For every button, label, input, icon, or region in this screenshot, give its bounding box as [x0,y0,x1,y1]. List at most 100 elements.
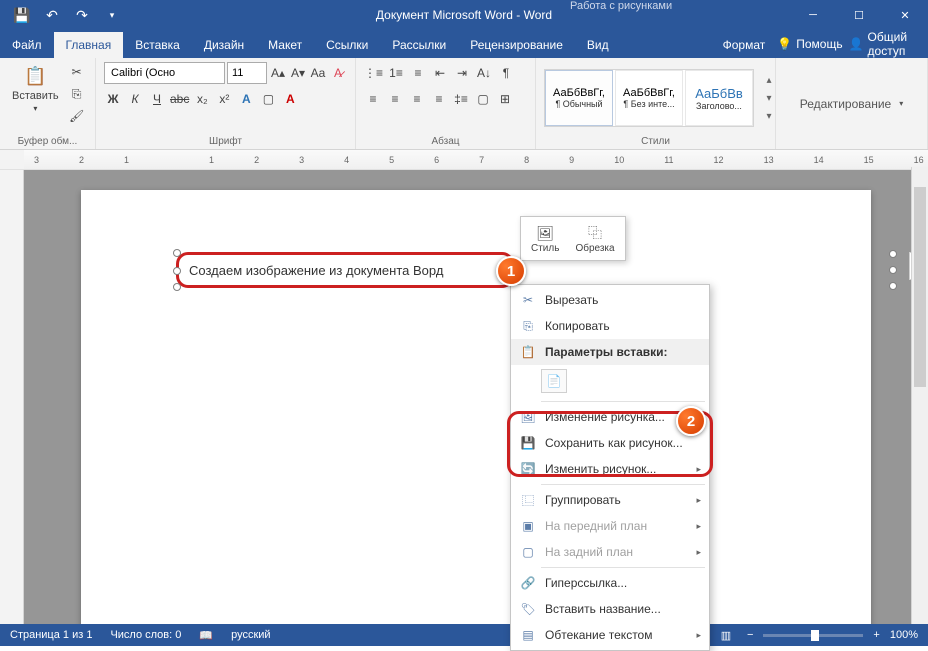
copy-icon[interactable]: ⎘ [67,84,87,104]
decrease-indent-icon[interactable]: ⇤ [431,63,449,83]
tab-view[interactable]: Вид [575,32,621,58]
tab-home[interactable]: Главная [54,32,124,58]
horizontal-ruler[interactable]: 3211234567891011121314151617 [0,150,928,170]
strike-button[interactable]: abc [170,89,189,109]
font-group-label: Шрифт [104,134,347,147]
underline-button[interactable]: Ч [148,89,166,109]
ctx-save-as-picture[interactable]: 💾 Сохранить как рисунок... [511,430,709,456]
multilevel-icon[interactable]: ≡ [409,63,427,83]
tab-format[interactable]: Формат [711,32,778,58]
line-spacing-icon[interactable]: ‡≡ [452,89,470,109]
ctx-change-picture[interactable]: 🔄 Изменить рисунок... ▸ [511,456,709,482]
tab-insert[interactable]: Вставка [123,32,192,58]
tab-review[interactable]: Рецензирование [458,32,575,58]
status-words[interactable]: Число слов: 0 [110,629,181,641]
tab-file[interactable]: Файл [0,32,54,58]
status-language[interactable]: русский [231,629,270,641]
tab-layout[interactable]: Макет [256,32,314,58]
tab-references[interactable]: Ссылки [314,32,380,58]
grow-font-icon[interactable]: A▴ [269,63,287,83]
paste-button[interactable]: 📋 Вставить ▾ [8,62,63,115]
format-painter-icon[interactable]: 🖌 [67,106,87,126]
ctx-group[interactable]: ⿺ Группировать ▸ [511,487,709,513]
superscript-button[interactable]: x² [215,89,233,109]
font-family-select[interactable] [104,62,225,84]
align-right-icon[interactable]: ≡ [408,89,426,109]
paste-option-keep[interactable]: 📄 [541,369,567,393]
shrink-font-icon[interactable]: A▾ [289,63,307,83]
copy-icon: ⎘ [519,317,537,335]
cut-icon[interactable]: ✂ [67,62,87,82]
ctx-hyperlink[interactable]: 🔗 Гиперссылка... [511,570,709,596]
tab-mailings[interactable]: Рассылки [380,32,458,58]
editing-button[interactable]: Редактирование ▾ [784,62,919,145]
vertical-scrollbar[interactable] [911,167,928,624]
minimize-icon[interactable]: ─ [790,0,836,30]
ribbon-tabs: Файл Главная Вставка Дизайн Макет Ссылки… [0,30,928,58]
paste-icon: 📋 [519,343,537,361]
shading-icon[interactable]: ▢ [474,89,492,109]
style-no-spacing[interactable]: АаБбВвГг, ¶ Без инте... [615,70,683,126]
vertical-ruler[interactable] [0,170,24,626]
ctx-send-back[interactable]: ▢ На задний план ▸ [511,539,709,565]
align-center-icon[interactable]: ≡ [386,89,404,109]
numbering-icon[interactable]: 1≡ [387,63,405,83]
ctx-cut[interactable]: ✂ Вырезать [511,287,709,313]
subscript-button[interactable]: x₂ [193,89,211,109]
scrollbar-thumb[interactable] [914,187,926,387]
maximize-icon[interactable]: ☐ [836,0,882,30]
ctx-copy[interactable]: ⎘ Копировать [511,313,709,339]
increase-indent-icon[interactable]: ⇥ [453,63,471,83]
paragraph-group-label: Абзац [364,134,527,147]
crop-icon: ⿻ [585,223,605,243]
caption-icon: 🏷 [519,600,537,618]
borders-icon[interactable]: ⊞ [496,89,514,109]
window-title: Документ Microsoft Word - Word [376,8,552,22]
zoom-slider[interactable] [763,634,863,637]
document-page[interactable]: Создаем изображение из документа Ворд [81,190,871,626]
sort-icon[interactable]: A↓ [475,63,493,83]
step-badge-2: 2 [676,406,706,436]
qat-more-icon[interactable]: ▾ [98,1,126,29]
web-layout-icon[interactable]: ▥ [715,626,737,644]
zoom-level[interactable]: 100% [890,629,918,641]
style-heading1[interactable]: АаБбВв Заголово... [685,70,753,126]
styles-gallery[interactable]: АаБбВвГг, ¶ Обычный АаБбВвГг, ¶ Без инте… [544,69,754,127]
styles-group-label: Стили [544,134,767,147]
style-normal[interactable]: АаБбВвГг, ¶ Обычный [545,70,613,126]
zoom-in-icon[interactable]: + [873,629,879,641]
status-proofing-icon[interactable]: 📖 [199,629,213,642]
change-case-icon[interactable]: Aa [309,63,327,83]
justify-icon[interactable]: ≡ [430,89,448,109]
ctx-bring-front[interactable]: ▣ На передний план ▸ [511,513,709,539]
help-link[interactable]: 💡Помощь [777,37,842,51]
text-effects-icon[interactable]: A [237,89,255,109]
font-color-icon[interactable]: A [281,89,299,109]
clear-format-icon[interactable]: A̷ [329,63,347,83]
bold-button[interactable]: Ж [104,89,122,109]
redo-icon[interactable]: ↷ [68,1,96,29]
highlight-icon[interactable]: ▢ [259,89,277,109]
clipboard-icon: 📋 [23,64,47,88]
status-page[interactable]: Страница 1 из 1 [10,629,92,641]
tab-design[interactable]: Дизайн [192,32,256,58]
bullets-icon[interactable]: ⋮≡ [364,63,383,83]
show-marks-icon[interactable]: ¶ [497,63,515,83]
undo-icon[interactable]: ↶ [38,1,66,29]
font-size-select[interactable] [227,62,267,84]
share-icon: 👤 [849,37,864,51]
share-button[interactable]: 👤Общий доступ [849,30,916,58]
selected-text-box[interactable]: Создаем изображение из документа Ворд [176,252,514,288]
context-menu: ✂ Вырезать ⎘ Копировать 📋 Параметры вста… [510,284,710,651]
italic-button[interactable]: К [126,89,144,109]
ctx-wrap-text[interactable]: ▤ Обтекание текстом ▸ [511,622,709,648]
chevron-right-icon: ▸ [696,630,701,641]
save-icon[interactable]: 💾 [8,1,36,29]
mini-style-button[interactable]: 🖼 Стиль [525,221,565,256]
ctx-insert-caption[interactable]: 🏷 Вставить название... [511,596,709,622]
align-left-icon[interactable]: ≡ [364,89,382,109]
close-icon[interactable]: ✕ [882,0,928,30]
zoom-out-icon[interactable]: − [747,629,753,641]
mini-crop-button[interactable]: ⿻ Обрезка [569,221,620,256]
status-bar: Страница 1 из 1 Число слов: 0 📖 русский … [0,624,928,646]
